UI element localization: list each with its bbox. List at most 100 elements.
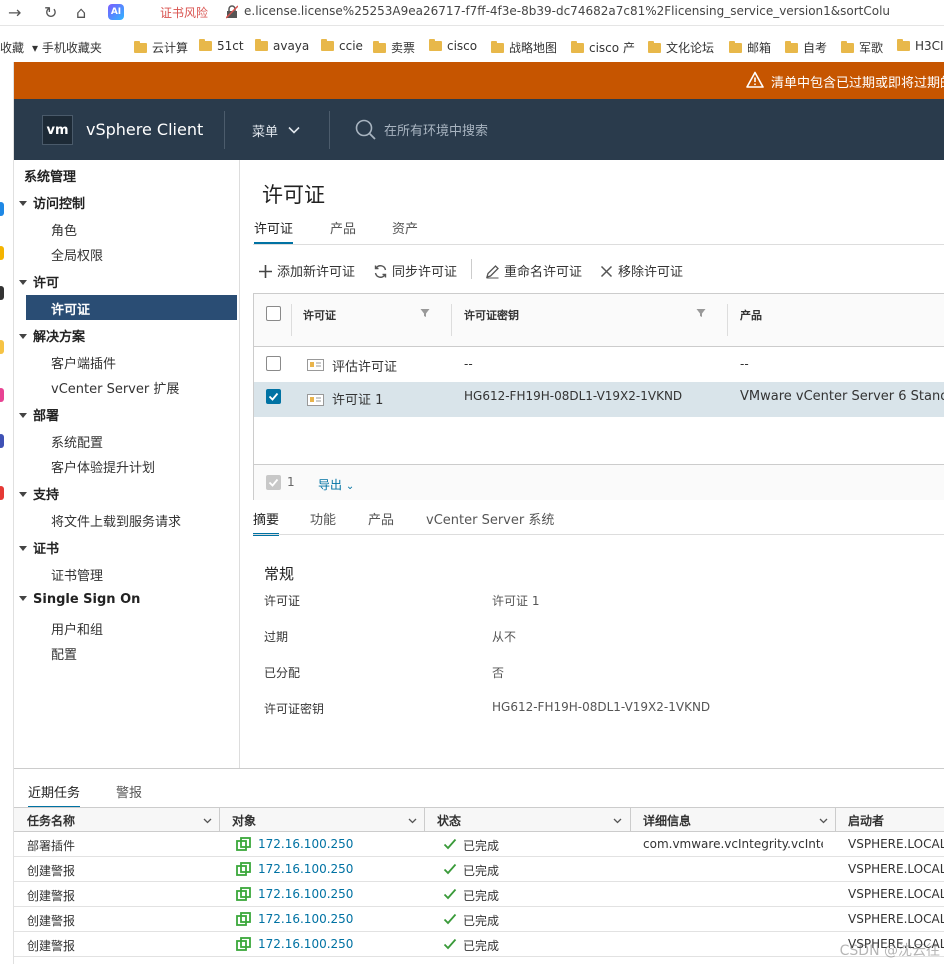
- column-header-target[interactable]: 对象: [232, 812, 256, 829]
- task-target-link[interactable]: 172.16.100.250: [258, 937, 353, 951]
- bookmark-folder[interactable]: 自考: [785, 39, 827, 56]
- bookmark-folder[interactable]: 云计算: [134, 39, 188, 56]
- bookmark-folder[interactable]: 51ct: [199, 39, 244, 53]
- tab-recent-tasks[interactable]: 近期任务: [28, 782, 80, 809]
- sidebar-group-solutions[interactable]: 解决方案: [19, 326, 85, 345]
- task-row[interactable]: 创建警报 172.16.100.250 已完成 VSPHERE.LOCAL: [14, 932, 944, 957]
- column-header-license-key[interactable]: 许可证密钥: [464, 307, 519, 323]
- chevron-down-icon[interactable]: [287, 123, 301, 137]
- filter-icon[interactable]: [420, 308, 430, 318]
- select-all-checkbox[interactable]: [266, 306, 281, 321]
- tab-summary[interactable]: 摘要: [253, 509, 279, 536]
- sidebar-item-licenses[interactable]: 许可证: [26, 295, 237, 320]
- chevron-down-icon[interactable]: [613, 816, 622, 825]
- extension-icon[interactable]: [0, 246, 4, 260]
- bookmark-folder[interactable]: avaya: [255, 39, 309, 53]
- tab-alarms[interactable]: 警报: [116, 782, 142, 801]
- success-check-icon: [443, 837, 457, 851]
- bookmark-folder[interactable]: 卖票: [373, 39, 415, 56]
- vmware-logo[interactable]: vm: [42, 115, 73, 145]
- sidebar-group-deployment[interactable]: 部署: [19, 405, 59, 424]
- column-header-task-name[interactable]: 任务名称: [27, 812, 75, 829]
- address-bar[interactable]: e.license.license%25253A9ea26717-f7ff-4f…: [244, 4, 890, 18]
- tab-detail-products[interactable]: 产品: [368, 509, 394, 528]
- bookmark-folder[interactable]: cisco: [429, 39, 477, 53]
- sidebar-item-users-groups[interactable]: 用户和组: [51, 619, 103, 638]
- license-name[interactable]: 许可证 1: [332, 389, 383, 408]
- task-row[interactable]: 部署插件 172.16.100.250 已完成 com.vmware.vcInt…: [14, 832, 944, 857]
- home-icon[interactable]: ⌂: [76, 3, 86, 22]
- bookmark-folder[interactable]: 军歌: [841, 39, 883, 56]
- chevron-down-icon[interactable]: [819, 816, 828, 825]
- extension-icon[interactable]: [0, 388, 4, 402]
- bookmark-folder[interactable]: 邮箱: [729, 39, 771, 56]
- tab-products[interactable]: 产品: [330, 218, 356, 237]
- column-header-product[interactable]: 产品: [740, 307, 762, 323]
- extension-icon[interactable]: [0, 340, 4, 354]
- bookmark-mobile[interactable]: ▾ 手机收藏夹: [32, 39, 102, 56]
- sidebar-item-ceip[interactable]: 客户体验提升计划: [51, 457, 155, 476]
- license-name[interactable]: 评估许可证: [332, 356, 397, 375]
- sidebar-group-certificates[interactable]: 证书: [19, 538, 59, 557]
- search-icon[interactable]: [354, 118, 378, 142]
- add-license-button[interactable]: 添加新许可证: [258, 261, 355, 280]
- task-target-link[interactable]: 172.16.100.250: [258, 837, 353, 851]
- remove-license-button[interactable]: 移除许可证: [599, 261, 683, 280]
- certificate-risk-label[interactable]: 证书风险: [160, 4, 208, 21]
- column-header-status[interactable]: 状态: [437, 812, 461, 829]
- sync-licenses-button[interactable]: 同步许可证: [373, 261, 457, 280]
- tab-assets[interactable]: 资产: [392, 218, 418, 237]
- row-checkbox[interactable]: [266, 356, 281, 371]
- task-row[interactable]: 创建警报 172.16.100.250 已完成 VSPHERE.LOCAL: [14, 857, 944, 882]
- sidebar-item-sso-config[interactable]: 配置: [51, 644, 77, 663]
- forward-icon[interactable]: →: [8, 3, 21, 22]
- sidebar-group-sso[interactable]: Single Sign On: [19, 592, 140, 607]
- reload-icon[interactable]: ↻: [44, 3, 57, 22]
- bookmark-folder[interactable]: H3CI: [897, 39, 944, 53]
- tab-vcenter-systems[interactable]: vCenter Server 系统: [426, 509, 554, 528]
- tab-features[interactable]: 功能: [310, 509, 336, 528]
- sidebar-group-access-control[interactable]: 访问控制: [19, 193, 85, 212]
- sidebar-group-support[interactable]: 支持: [19, 484, 59, 503]
- bookmark-folder[interactable]: 战略地图: [491, 39, 557, 56]
- column-header-details[interactable]: 详细信息: [643, 812, 691, 829]
- task-target-link[interactable]: 172.16.100.250: [258, 887, 353, 901]
- sidebar-item-cert-management[interactable]: 证书管理: [51, 565, 103, 584]
- bookmark-folder[interactable]: cisco 产: [571, 39, 635, 56]
- column-header-license[interactable]: 许可证: [303, 307, 336, 323]
- sidebar-item-roles[interactable]: 角色: [51, 220, 77, 239]
- app-name[interactable]: vSphere Client: [86, 120, 203, 139]
- ai-extension-icon[interactable]: AI: [108, 4, 124, 20]
- task-target-link[interactable]: 172.16.100.250: [258, 862, 353, 876]
- sidebar-item-system-config[interactable]: 系统配置: [51, 432, 103, 451]
- sidebar-item-global-permissions[interactable]: 全局权限: [51, 245, 103, 264]
- filter-icon[interactable]: [696, 308, 706, 318]
- sidebar-item-upload-file[interactable]: 将文件上载到服务请求: [51, 511, 181, 530]
- rename-license-button[interactable]: 重命名许可证: [485, 261, 582, 280]
- export-button[interactable]: 导出 ⌄: [318, 476, 354, 493]
- sidebar-item-vcenter-extensions[interactable]: vCenter Server 扩展: [51, 378, 179, 397]
- row-checkbox[interactable]: [266, 389, 281, 404]
- grid-row[interactable]: 许可证 1 HG612-FH19H-08DL1-V19X2-1VKND VMwa…: [254, 382, 944, 417]
- grid-row[interactable]: 评估许可证 -- --: [254, 347, 944, 382]
- column-header-initiator[interactable]: 启动者: [848, 812, 884, 829]
- task-row[interactable]: 创建警报 172.16.100.250 已完成 VSPHERE.LOCAL: [14, 907, 944, 932]
- chevron-down-icon[interactable]: [408, 816, 417, 825]
- task-row[interactable]: 创建警报 172.16.100.250 已完成 VSPHERE.LOCAL: [14, 882, 944, 907]
- extension-icon[interactable]: [0, 202, 4, 216]
- tab-licenses[interactable]: 许可证: [254, 218, 293, 245]
- caret-down-icon: [19, 596, 27, 601]
- task-target-link[interactable]: 172.16.100.250: [258, 912, 353, 926]
- extension-icon[interactable]: [0, 486, 4, 500]
- extension-icon[interactable]: [0, 434, 4, 448]
- menu-dropdown[interactable]: 菜单: [252, 121, 278, 140]
- extension-icon[interactable]: [0, 286, 4, 300]
- bookmark-favorites[interactable]: 收藏: [0, 39, 24, 56]
- chevron-down-icon[interactable]: [203, 816, 212, 825]
- sidebar-group-licensing[interactable]: 许可: [19, 272, 59, 291]
- global-search-input[interactable]: 在所有环境中搜索: [384, 120, 488, 139]
- alert-text[interactable]: 清单中包含已过期或即将过期的: [771, 72, 944, 91]
- bookmark-folder[interactable]: ccie: [321, 39, 363, 53]
- sidebar-item-client-plugins[interactable]: 客户端插件: [51, 353, 116, 372]
- bookmark-folder[interactable]: 文化论坛: [648, 39, 714, 56]
